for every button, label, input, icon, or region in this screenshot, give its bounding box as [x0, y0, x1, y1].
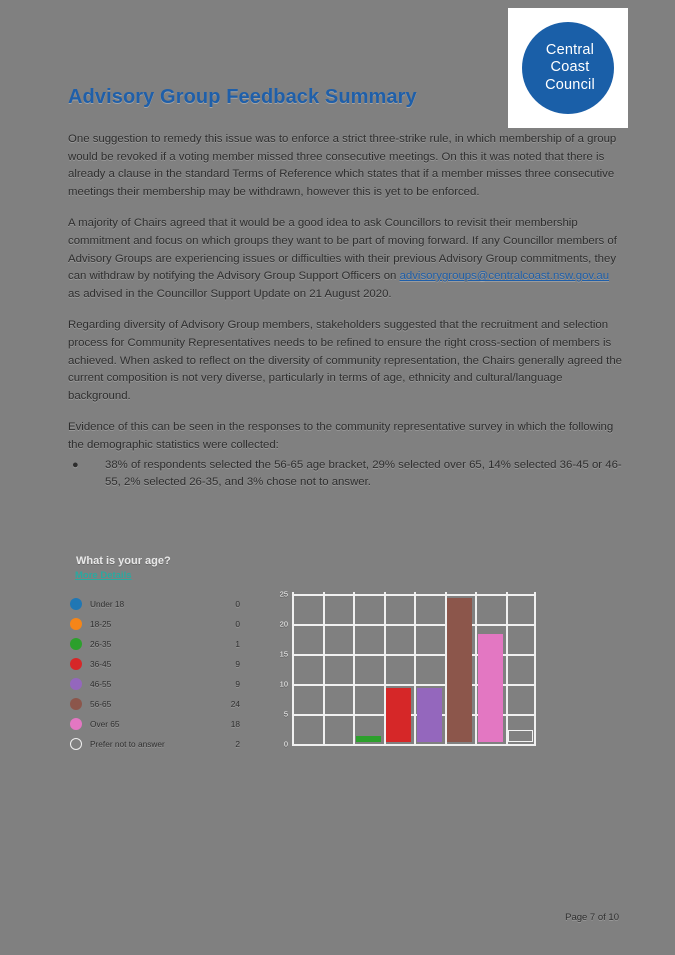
plot-area — [292, 592, 536, 746]
y-axis-tick-label: 5 — [283, 709, 288, 719]
y-axis: 25 20 15 10 5 0 — [268, 589, 290, 749]
paragraph-4: Evidence of this can be seen in the resp… — [68, 421, 614, 451]
legend-swatch-icon — [70, 738, 82, 750]
legend-label: 46-55 — [90, 679, 112, 689]
legend-label: 36-45 — [90, 659, 112, 669]
legend-value: 18 — [230, 719, 240, 729]
paragraph-1: One suggestion to remedy this issue was … — [68, 133, 617, 198]
legend-value: 9 — [235, 659, 240, 669]
legend-item[interactable]: 56-65 24 — [68, 694, 240, 714]
legend-item[interactable]: Prefer not to answer 2 — [68, 734, 240, 754]
legend-swatch-icon — [70, 698, 82, 710]
legend-item[interactable]: 18-25 0 — [68, 614, 240, 634]
y-axis-tick-label: 15 — [279, 649, 288, 659]
legend-value: 0 — [235, 599, 240, 609]
y-axis-tick-label: 25 — [279, 589, 288, 599]
legend-item[interactable]: 46-55 9 — [68, 674, 240, 694]
legend-label: 18-25 — [90, 619, 112, 629]
legend-item[interactable]: 36-45 9 — [68, 654, 240, 674]
legend-swatch-icon — [70, 598, 82, 610]
page-footer: Page 7 of 10 — [565, 912, 619, 923]
logo-line-3: Council — [545, 76, 595, 93]
chart-plot: 25 20 15 10 5 0 — [268, 589, 536, 752]
chart-bar[interactable] — [416, 688, 442, 742]
legend-value: 2 — [235, 739, 240, 749]
page-title: Advisory Group Feedback Summary — [68, 86, 417, 108]
legend-value: 0 — [235, 619, 240, 629]
list-item: ● 38% of respondents selected the 56-65 … — [68, 457, 624, 492]
chart-bar[interactable] — [386, 688, 412, 742]
document-page: Central Coast Council Advisory Group Fee… — [0, 0, 675, 955]
legend-value: 24 — [230, 699, 240, 709]
age-chart: What is your age? More Details Under 18 0… — [68, 552, 548, 762]
legend-label: Over 65 — [90, 719, 120, 729]
chart-bar[interactable] — [355, 736, 381, 742]
legend-label: 26-35 — [90, 639, 112, 649]
legend-label: Under 18 — [90, 599, 125, 609]
paragraph-2-after: as advised in the Councillor Support Upd… — [68, 287, 392, 300]
legend-swatch-icon — [70, 618, 82, 630]
y-axis-tick-label: 0 — [283, 739, 288, 749]
gridline-horizontal — [292, 744, 536, 746]
list-item-text: 38% of respondents selected the 56-65 ag… — [105, 458, 622, 489]
legend-swatch-icon — [70, 678, 82, 690]
bullet-dot-icon: ● — [72, 458, 79, 471]
legend-value: 9 — [235, 679, 240, 689]
legend-swatch-icon — [70, 638, 82, 650]
legend-swatch-icon — [70, 658, 82, 670]
y-axis-tick-label: 10 — [279, 679, 288, 689]
y-axis-tick-label: 20 — [279, 619, 288, 629]
legend-value: 1 — [235, 639, 240, 649]
legend-swatch-icon — [70, 718, 82, 730]
logo-line-1: Central — [545, 42, 595, 59]
advisory-groups-email-link[interactable]: advisorygroups@centralcoast.nsw.gov.au — [400, 270, 610, 282]
demographics-bullet-list: ● 38% of respondents selected the 56-65 … — [68, 457, 624, 492]
logo-line-2: Coast — [550, 59, 590, 76]
paragraph-2: A majority of Chairs agreed that it woul… — [68, 215, 624, 303]
chart-bar[interactable] — [447, 598, 473, 742]
legend-item[interactable]: Under 18 0 — [68, 594, 240, 614]
chart-bar[interactable] — [508, 730, 534, 742]
document-body: One suggestion to remedy this issue was … — [68, 131, 624, 492]
legend-item[interactable]: 26-35 1 — [68, 634, 240, 654]
chart-legend: Under 18 0 18-25 0 26-35 1 36-45 9 46-55 9 56-65 24… — [68, 594, 240, 754]
legend-label: 56-65 — [90, 699, 112, 709]
paragraph-3: Regarding diversity of Advisory Group me… — [68, 319, 623, 402]
legend-label: Prefer not to answer — [90, 739, 165, 749]
chart-title: What is your age? — [76, 555, 171, 567]
chart-more-details-link[interactable]: More Details — [75, 570, 132, 581]
chart-bar[interactable] — [477, 634, 503, 742]
logo-circle: Central Coast Council — [522, 22, 614, 114]
legend-item[interactable]: Over 65 18 — [68, 714, 240, 734]
council-logo: Central Coast Council — [508, 8, 628, 128]
bar-series — [292, 592, 536, 744]
